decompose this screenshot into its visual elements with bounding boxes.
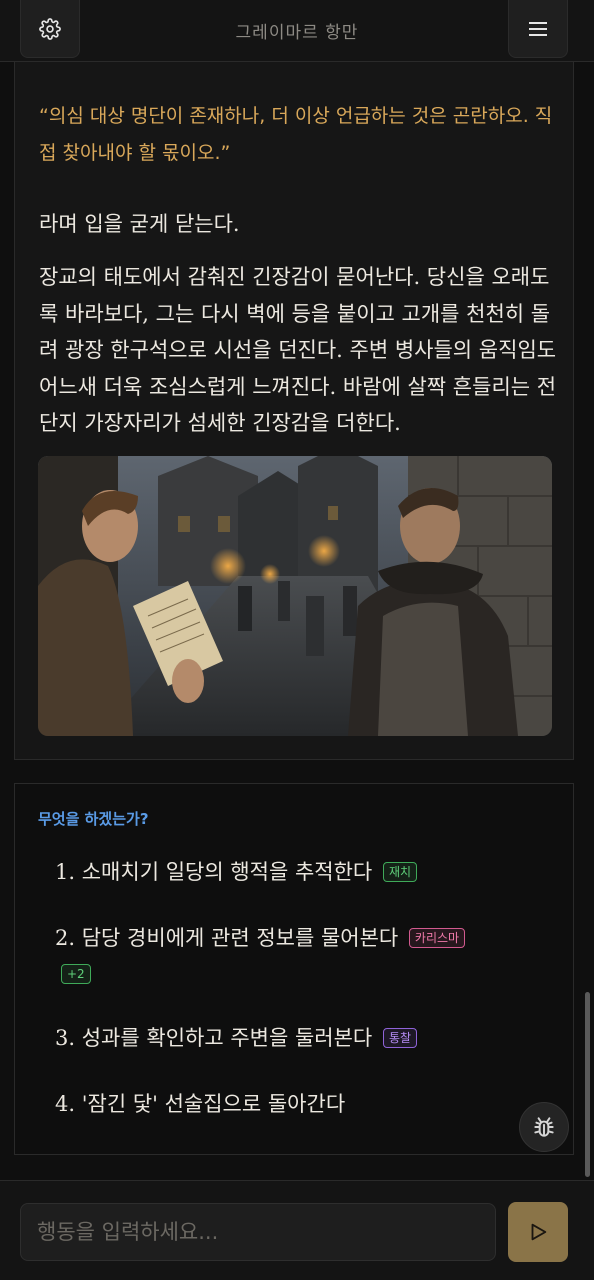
choice-text: 소매치기 일당의 행적을 추적한다 bbox=[81, 860, 373, 884]
action-input-bar bbox=[0, 1180, 594, 1280]
scene-illustration-art bbox=[38, 456, 552, 736]
choice-text: 담당 경비에게 관련 정보를 물어본다 bbox=[81, 926, 399, 950]
gear-icon bbox=[39, 17, 61, 40]
hamburger-menu-icon bbox=[529, 21, 547, 36]
scrollbar-thumb[interactable] bbox=[585, 992, 590, 1177]
choice-option-4[interactable]: 4. '잠긴 닻' 선술집으로 돌아간다 bbox=[55, 1086, 525, 1122]
choices-panel: 무엇을 하겠는가? 1. 소매치기 일당의 행적을 추적한다 재치 2. 담당 … bbox=[14, 783, 574, 1155]
skill-tag-charisma: 카리스마 bbox=[408, 928, 466, 948]
choice-number: 2. bbox=[55, 926, 76, 950]
skill-tag-wit: 재치 bbox=[382, 862, 418, 882]
choice-number: 4. bbox=[55, 1092, 76, 1116]
debug-button[interactable] bbox=[519, 1102, 569, 1152]
choice-prompt: 무엇을 하겠는가? bbox=[38, 810, 149, 828]
choice-number: 1. bbox=[55, 860, 76, 884]
story-panel: “의심 대상 명단이 존재하나, 더 이상 언급하는 것은 곤란하오. 직접 찾… bbox=[14, 62, 574, 760]
settings-button[interactable] bbox=[20, 0, 80, 58]
bug-icon bbox=[534, 1117, 554, 1137]
send-button[interactable] bbox=[508, 1202, 568, 1262]
bonus-tag: +2 bbox=[61, 964, 91, 984]
choice-option-2[interactable]: 2. 담당 경비에게 관련 정보를 물어본다 카리스마 +2 bbox=[55, 920, 525, 992]
choice-option-3[interactable]: 3. 성과를 확인하고 주변을 둘러본다 통찰 bbox=[55, 1020, 525, 1056]
npc-dialogue-quote: “의심 대상 명단이 존재하나, 더 이상 언급하는 것은 곤란하오. 직접 찾… bbox=[39, 105, 553, 164]
choice-option-1[interactable]: 1. 소매치기 일당의 행적을 추적한다 재치 bbox=[55, 854, 525, 890]
scene-illustration bbox=[38, 456, 552, 736]
page-title: 그레이마르 항만 bbox=[235, 23, 359, 43]
choice-number: 3. bbox=[55, 1026, 76, 1050]
top-bar: 그레이마르 항만 bbox=[0, 0, 594, 62]
action-input[interactable] bbox=[20, 1203, 496, 1261]
choice-text: '잠긴 닻' 선술집으로 돌아간다 bbox=[81, 1092, 346, 1116]
menu-button[interactable] bbox=[508, 0, 568, 58]
play-send-icon bbox=[531, 1223, 547, 1241]
story-paragraph: 장교의 태도에서 감춰진 긴장감이 묻어난다. 당신을 오래도록 바라보다, 그… bbox=[39, 265, 557, 435]
choice-text: 성과를 확인하고 주변을 둘러본다 bbox=[81, 1026, 373, 1050]
story-paragraph: 라며 입을 굳게 닫는다. bbox=[39, 212, 240, 236]
skill-tag-insight: 통찰 bbox=[382, 1028, 418, 1048]
